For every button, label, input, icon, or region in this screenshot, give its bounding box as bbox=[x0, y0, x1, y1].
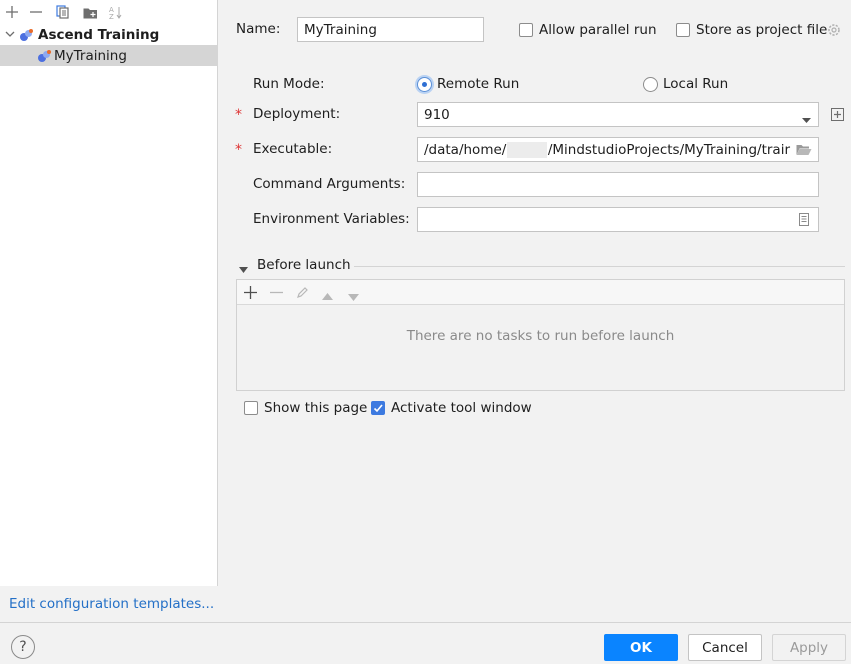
footer-divider bbox=[0, 622, 851, 623]
remote-run-label: Remote Run bbox=[437, 76, 520, 92]
required-marker: * bbox=[235, 142, 242, 158]
ascend-icon bbox=[38, 49, 52, 62]
move-down-icon[interactable] bbox=[348, 289, 359, 305]
svg-text:Z: Z bbox=[109, 13, 114, 20]
deployment-value: 910 bbox=[424, 106, 450, 123]
dropdown-arrow-icon bbox=[802, 112, 811, 126]
folder-open-icon[interactable] bbox=[794, 144, 812, 160]
move-up-icon[interactable] bbox=[322, 288, 333, 304]
document-icon[interactable] bbox=[799, 213, 809, 230]
environment-variables-field[interactable] bbox=[417, 207, 819, 232]
before-launch-title: Before launch bbox=[257, 257, 351, 273]
allow-parallel-run-checkbox[interactable] bbox=[519, 23, 533, 37]
executable-field[interactable]: /data/home/ /MindstudioProjects/MyTrainin… bbox=[417, 137, 819, 162]
sort-alphabetical-icon[interactable]: AZ bbox=[106, 2, 126, 22]
tree-item-label: MyTraining bbox=[54, 47, 127, 64]
run-mode-label: Run Mode: bbox=[253, 76, 325, 92]
store-as-project-file-label: Store as project file bbox=[696, 22, 828, 38]
activate-tool-window-checkbox[interactable] bbox=[371, 401, 385, 415]
edit-configuration-templates-link[interactable]: Edit configuration templates... bbox=[0, 586, 218, 622]
before-launch-toolbar bbox=[237, 280, 844, 305]
collapse-triangle-icon[interactable] bbox=[239, 262, 249, 278]
local-run-label: Local Run bbox=[663, 76, 729, 92]
section-divider bbox=[354, 266, 845, 267]
redacted-username bbox=[507, 141, 547, 158]
local-run-radio[interactable] bbox=[643, 77, 658, 92]
command-arguments-field[interactable] bbox=[417, 172, 819, 197]
sidebar-toolbar: AZ bbox=[0, 0, 218, 24]
deployment-label: Deployment: bbox=[253, 106, 341, 122]
deployment-select[interactable]: 910 bbox=[417, 102, 819, 127]
name-label: Name: bbox=[236, 21, 281, 37]
ok-button[interactable]: OK bbox=[604, 634, 678, 661]
new-folder-icon[interactable] bbox=[80, 2, 100, 22]
remote-run-radio[interactable] bbox=[417, 77, 432, 92]
tree-group-ascend-training[interactable]: Ascend Training bbox=[0, 24, 218, 45]
executable-label: Executable: bbox=[253, 141, 333, 157]
gear-icon[interactable] bbox=[826, 22, 842, 38]
allow-parallel-run-label: Allow parallel run bbox=[539, 22, 657, 38]
tree-group-label: Ascend Training bbox=[38, 26, 160, 43]
required-marker: * bbox=[235, 107, 242, 123]
environment-variables-label: Environment Variables: bbox=[253, 211, 410, 227]
show-this-page-checkbox[interactable] bbox=[244, 401, 258, 415]
show-this-page-label: Show this page bbox=[264, 400, 368, 416]
command-arguments-label: Command Arguments: bbox=[253, 176, 406, 192]
before-launch-panel: There are no tasks to run before launch bbox=[236, 279, 845, 391]
help-button[interactable]: ? bbox=[11, 635, 35, 659]
pencil-icon[interactable] bbox=[296, 286, 309, 303]
copy-icon[interactable] bbox=[53, 2, 73, 22]
executable-path-suffix: /MindstudioProjects/MyTraining/trair bbox=[547, 141, 790, 158]
cancel-button[interactable]: Cancel bbox=[688, 634, 762, 661]
checkmark-icon bbox=[373, 404, 383, 413]
minus-icon[interactable] bbox=[26, 2, 46, 22]
add-deployment-icon[interactable] bbox=[831, 108, 845, 122]
empty-tasks-message: There are no tasks to run before launch bbox=[406, 328, 675, 344]
plus-icon[interactable] bbox=[244, 286, 257, 303]
ascend-icon bbox=[20, 28, 34, 41]
name-field[interactable]: MyTraining bbox=[297, 17, 484, 42]
minus-icon[interactable] bbox=[270, 286, 283, 303]
store-as-project-file-checkbox[interactable] bbox=[676, 23, 690, 37]
activate-tool-window-label: Activate tool window bbox=[391, 400, 532, 416]
chevron-down-icon[interactable] bbox=[4, 31, 16, 38]
plus-icon[interactable] bbox=[2, 2, 22, 22]
executable-path-prefix: /data/home/ bbox=[424, 141, 507, 158]
tree-item-mytraining[interactable]: MyTraining bbox=[0, 45, 218, 66]
apply-button[interactable]: Apply bbox=[772, 634, 846, 661]
configurations-sidebar: AZ Ascend Training MyTraining Edit confi… bbox=[0, 0, 218, 622]
